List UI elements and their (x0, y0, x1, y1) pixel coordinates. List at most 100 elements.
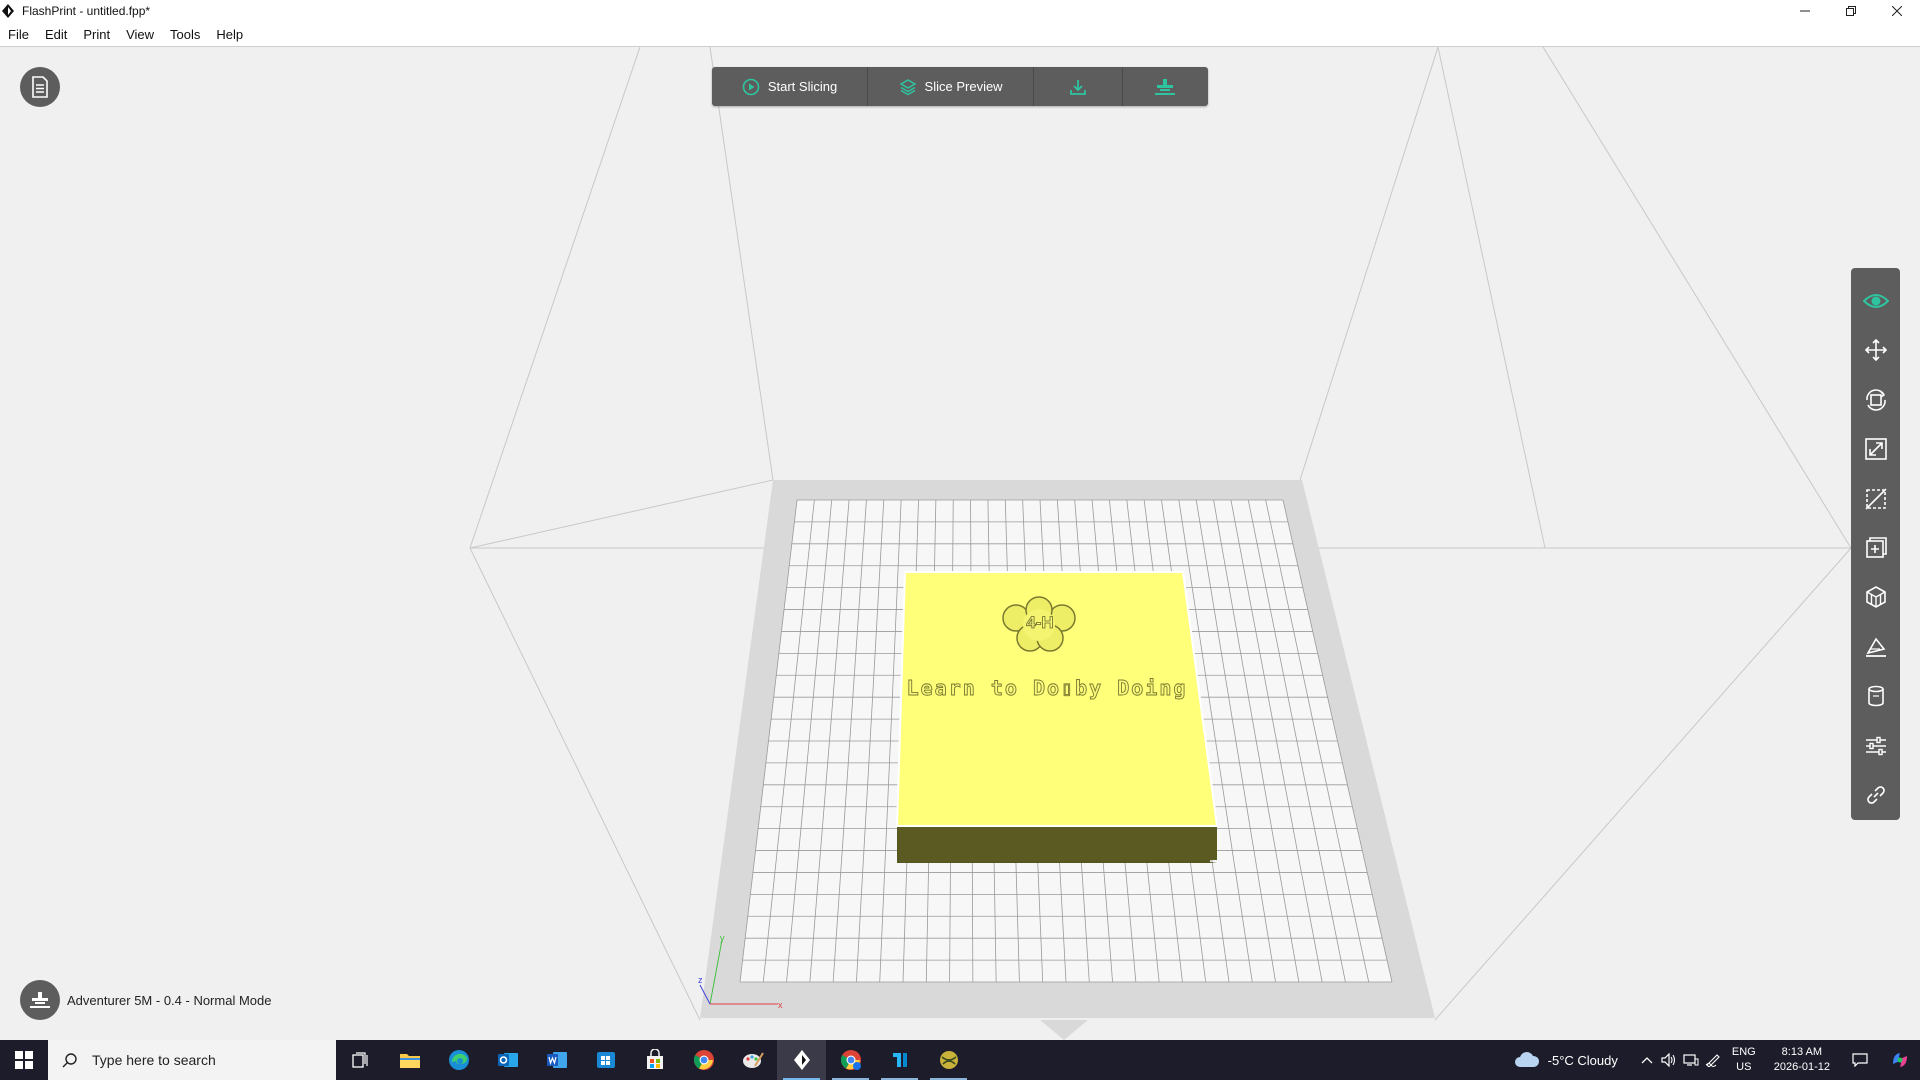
document-button[interactable] (20, 67, 60, 107)
start-button[interactable] (0, 1040, 48, 1080)
rotate-icon (1865, 388, 1886, 411)
play-icon (742, 78, 760, 95)
clock[interactable]: 8:13 AM 2026-01-12 (1774, 1045, 1830, 1075)
ms-store-icon (596, 1052, 615, 1068)
model-logo-text: 4-H (1026, 613, 1053, 632)
windows-taskbar: -5°C Cloudy ENG US (0, 1040, 1920, 1080)
outlook-icon (497, 1053, 518, 1067)
window-title: FlashPrint - untitled.fpp* (22, 4, 151, 18)
search-icon (62, 1053, 77, 1068)
chrome-icon (693, 1050, 714, 1070)
lang-top: ENG (1731, 1046, 1756, 1058)
task-view-icon (351, 1052, 368, 1068)
copilot-icon (1893, 1053, 1907, 1067)
restore-button[interactable] (1828, 0, 1874, 22)
flashprint-logo-icon (2, 4, 16, 18)
menu-file[interactable]: File (0, 27, 37, 42)
chrome-profile-icon (840, 1050, 861, 1070)
chevron-up-icon (1641, 1057, 1653, 1064)
menu-view[interactable]: View (118, 27, 162, 42)
view-tool-button[interactable] (1856, 276, 1896, 325)
search-input[interactable] (90, 1051, 324, 1069)
tinkercad-icon (892, 1053, 907, 1067)
layers-icon (899, 78, 917, 95)
slicing-toolbar: Start Slicing Slice Preview (712, 67, 1208, 106)
printer-nozzle-icon (30, 992, 50, 1008)
move-icon (1864, 339, 1887, 362)
menu-print[interactable]: Print (75, 27, 118, 42)
model-front-face (897, 826, 1217, 862)
flashprint-taskbar-button[interactable] (777, 1040, 826, 1080)
outlook-button[interactable] (483, 1040, 532, 1080)
rotate-tool-button[interactable] (1856, 375, 1896, 424)
3d-viewport[interactable]: 4-H Learn to Do▯by Doing y x z (0, 47, 1920, 1040)
speaker-icon (1661, 1053, 1675, 1067)
menu-edit[interactable]: Edit (37, 27, 75, 42)
chrome-button[interactable] (679, 1040, 728, 1080)
menu-tools[interactable]: Tools (162, 27, 208, 42)
cut-tool-button[interactable] (1856, 474, 1896, 523)
copilot-button[interactable] (1880, 1050, 1920, 1070)
show-hidden-icons-button[interactable] (1636, 1056, 1658, 1064)
close-button[interactable] (1874, 0, 1920, 22)
store-button[interactable] (630, 1040, 679, 1080)
edge-button[interactable] (434, 1040, 483, 1080)
link-tool-button[interactable] (1856, 771, 1896, 820)
taskbar-search[interactable] (48, 1040, 336, 1080)
settings-tool-button[interactable] (1856, 721, 1896, 770)
windows-logo-icon (15, 1051, 33, 1069)
word-button[interactable] (532, 1040, 581, 1080)
notification-icon (1852, 1053, 1868, 1067)
minimize-button[interactable] (1782, 0, 1828, 22)
support-tool-button[interactable] (1856, 573, 1896, 622)
right-toolbar (1851, 268, 1900, 820)
store-icon (646, 1049, 663, 1069)
menu-help[interactable]: Help (208, 27, 251, 42)
globe-app-button[interactable] (924, 1040, 973, 1080)
bed-front-notch (1040, 1020, 1088, 1040)
chrome-profile-button[interactable] (826, 1040, 875, 1080)
axis-y-label: y (720, 933, 725, 943)
close-icon (1892, 6, 1902, 16)
build-volume-scene: 4-H Learn to Do▯by Doing y x z (469, 47, 1852, 1040)
flashprint-icon (793, 1050, 810, 1070)
language-indicator[interactable]: ENG US (1732, 1045, 1756, 1075)
lay-flat-button[interactable] (1856, 622, 1896, 671)
system-tray: -5°C Cloudy ENG US 8:13 AM 2026-01-12 (1514, 1040, 1920, 1080)
cylinder-tool-button[interactable] (1856, 672, 1896, 721)
notifications-button[interactable] (1840, 1053, 1880, 1067)
weather-text: -5°C Cloudy (1547, 1052, 1618, 1068)
settings-sliders-icon (1865, 736, 1886, 755)
support-icon (1865, 586, 1886, 609)
printer-select-button[interactable] (20, 980, 60, 1020)
network-button[interactable] (1680, 1053, 1702, 1067)
volume-button[interactable] (1658, 1053, 1680, 1067)
send-to-printer-button[interactable] (1123, 67, 1208, 106)
add-object-icon (1865, 537, 1887, 558)
printer-icon (1155, 78, 1176, 95)
clock-time: 8:13 AM (1781, 1046, 1823, 1058)
add-object-button[interactable] (1856, 523, 1896, 572)
link-icon (1866, 786, 1885, 805)
slice-preview-button[interactable]: Slice Preview (868, 67, 1035, 106)
tinkercad-button[interactable] (875, 1040, 924, 1080)
lay-flat-icon (1865, 637, 1886, 657)
export-button[interactable] (1034, 67, 1123, 106)
edge-icon (448, 1050, 469, 1070)
move-tool-button[interactable] (1856, 325, 1896, 374)
title-bar: FlashPrint - untitled.fpp* (0, 0, 1920, 22)
word-icon (546, 1052, 567, 1068)
ms-store-button[interactable] (581, 1040, 630, 1080)
restore-icon (1846, 6, 1856, 16)
cloud-icon (1514, 1052, 1539, 1067)
download-icon (1069, 79, 1086, 95)
task-view-button[interactable] (336, 1040, 385, 1080)
weather-widget[interactable]: -5°C Cloudy (1514, 1052, 1618, 1068)
paint-button[interactable] (728, 1040, 777, 1080)
menu-bar: File Edit Print View Tools Help (0, 22, 1920, 47)
scale-tool-button[interactable] (1856, 424, 1896, 473)
file-explorer-button[interactable] (385, 1040, 434, 1080)
start-slicing-button[interactable]: Start Slicing (712, 67, 869, 106)
pen-button[interactable] (1702, 1053, 1724, 1067)
paint-icon (742, 1052, 764, 1068)
